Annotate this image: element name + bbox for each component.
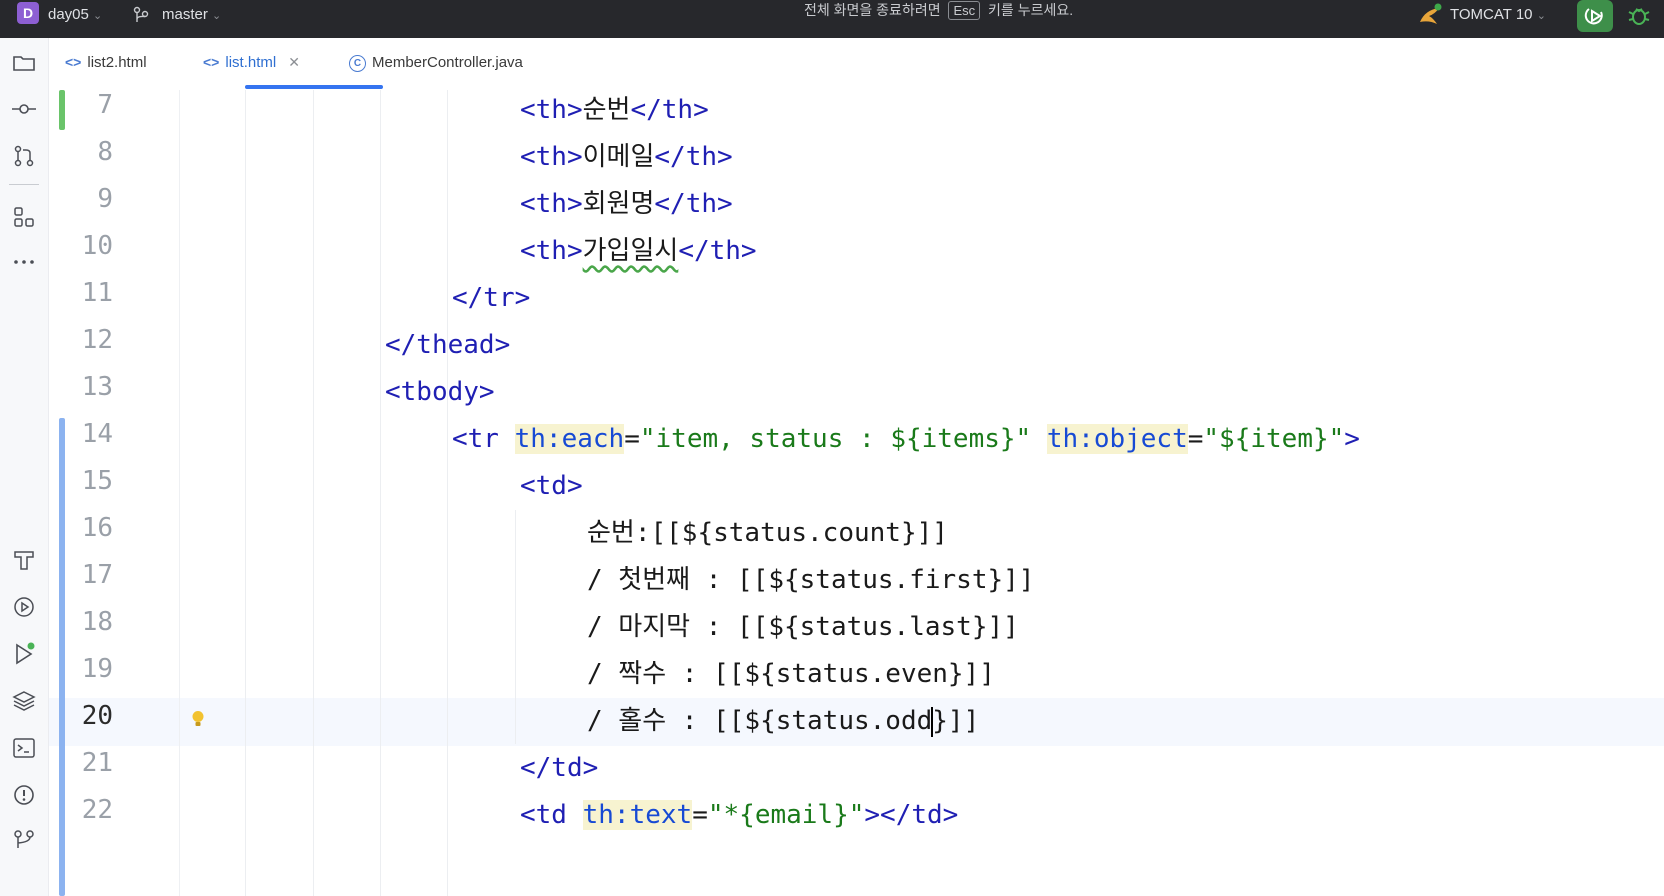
layers-icon[interactable]: [12, 689, 36, 713]
indent-guide: [313, 90, 314, 896]
highlighted-attribute: th:object: [1046, 424, 1188, 454]
class-icon: C: [349, 55, 366, 72]
line-number: 16: [81, 513, 113, 543]
services-icon[interactable]: [12, 595, 36, 619]
branch-icon: [133, 5, 149, 31]
title-bar: D day05 ⌄ master ⌄ 전체 화면을 종료하려면 Esc 키를 누…: [0, 0, 1664, 38]
code-line: <th>회원명</th>: [520, 189, 733, 219]
code-line: </tr>: [452, 283, 531, 313]
line-number: 22: [81, 795, 113, 825]
rerun-button[interactable]: [1577, 0, 1613, 32]
folder-icon[interactable]: [12, 51, 36, 75]
html-icon: <>: [65, 54, 82, 70]
tomcat-icon: [1417, 2, 1443, 32]
indent-guide: [380, 90, 381, 896]
fullscreen-notice: 전체 화면을 종료하려면 Esc 키를 누르세요.: [804, 0, 1073, 20]
code-line: <td>: [520, 471, 583, 501]
indent-guide: [245, 90, 246, 896]
code-line: <th>순번</th>: [520, 95, 709, 125]
project-name: day05: [48, 6, 89, 23]
rerun-icon: [1584, 8, 1603, 25]
close-icon[interactable]: ✕: [288, 54, 300, 70]
branch-name: master: [162, 6, 208, 23]
tab-label: MemberController.java: [372, 54, 523, 71]
code-line: <th>이메일</th>: [520, 142, 733, 172]
indent-guide: [515, 510, 516, 744]
line-number: 15: [81, 466, 113, 496]
code-line: / 짝수 : [[${status.even}]]: [587, 659, 995, 689]
spelling-warning: 가입일시: [582, 236, 679, 266]
tool-separator: [9, 184, 39, 185]
project-widget[interactable]: day05 ⌄: [48, 6, 102, 23]
chevron-down-icon: ⌄: [212, 10, 222, 22]
tab-label: list.html: [225, 54, 277, 71]
notice-text-after: 키를 누르세요.: [988, 2, 1074, 18]
tab-membercontroller-java[interactable]: C MemberController.java: [349, 54, 523, 72]
code-line: <tbody>: [385, 377, 495, 407]
indent-guide: [447, 90, 448, 896]
build-icon[interactable]: [12, 548, 36, 572]
line-number: 10: [81, 231, 113, 261]
git-icon[interactable]: [12, 828, 36, 852]
highlighted-attribute: th:text: [582, 800, 693, 830]
line-number: 8: [97, 137, 113, 167]
debug-icon[interactable]: [1627, 4, 1651, 32]
chevron-down-icon: ⌄: [93, 10, 103, 22]
code-editor[interactable]: 7 8 9 10 11 12 13 14 15 16 17 18 19 20 2…: [49, 90, 1664, 896]
code-line: </td>: [520, 753, 599, 783]
code-line: <th>가입일시</th>: [520, 236, 757, 266]
pull-request-icon[interactable]: [12, 144, 36, 168]
highlighted-attribute: th:each: [514, 424, 625, 454]
active-tab-indicator: [245, 85, 383, 89]
line-number: 11: [81, 278, 113, 308]
project-badge[interactable]: D: [17, 2, 39, 24]
tab-list-html[interactable]: <> list.html ✕: [203, 54, 300, 71]
branch-widget[interactable]: master ⌄: [162, 6, 221, 23]
code-line: <td th:text="*{email}"></td>: [520, 800, 959, 830]
line-number: 14: [81, 419, 113, 449]
problems-icon[interactable]: [12, 783, 36, 807]
code-line: </thead>: [385, 330, 511, 360]
esc-key-hint: Esc: [948, 1, 981, 20]
run-config-selector[interactable]: TOMCAT 10 ⌄: [1450, 6, 1546, 23]
code-line: 순번:[[${status.count}]]: [587, 518, 948, 548]
run-icon[interactable]: [12, 642, 36, 666]
commit-icon[interactable]: [12, 97, 36, 121]
line-number-current: 20: [81, 701, 113, 731]
tool-window-strip: [0, 38, 49, 896]
code-line: <tr th:each="item, status : ${items}" th…: [452, 424, 1360, 454]
line-number: 19: [81, 654, 113, 684]
code-line-current: / 홀수 : [[${status.odd}]]: [587, 706, 980, 737]
structure-icon[interactable]: [12, 205, 36, 229]
line-number: 17: [81, 560, 113, 590]
code-line: / 마지막 : [[${status.last}]]: [587, 612, 1019, 642]
notice-text-before: 전체 화면을 종료하려면: [804, 2, 941, 18]
editor-tab-bar: <> list2.html <> list.html ✕ C MemberControl…: [49, 38, 1664, 91]
run-config-name: TOMCAT 10: [1450, 6, 1533, 23]
line-number: 7: [97, 90, 113, 120]
html-icon: <>: [203, 54, 220, 70]
line-number: 18: [81, 607, 113, 637]
line-number: 9: [97, 184, 113, 214]
line-number: 12: [81, 325, 113, 355]
lightbulb-icon[interactable]: [191, 710, 205, 733]
more-icon[interactable]: [12, 250, 36, 274]
terminal-icon[interactable]: [12, 736, 36, 760]
line-number: 13: [81, 372, 113, 402]
gutter-divider: [179, 90, 180, 896]
tab-list2-html[interactable]: <> list2.html: [65, 54, 147, 71]
line-number: 21: [81, 748, 113, 778]
chevron-down-icon: ⌄: [1536, 10, 1546, 22]
tab-label: list2.html: [87, 54, 147, 71]
code-line: / 첫번째 : [[${status.first}]]: [587, 565, 1035, 595]
